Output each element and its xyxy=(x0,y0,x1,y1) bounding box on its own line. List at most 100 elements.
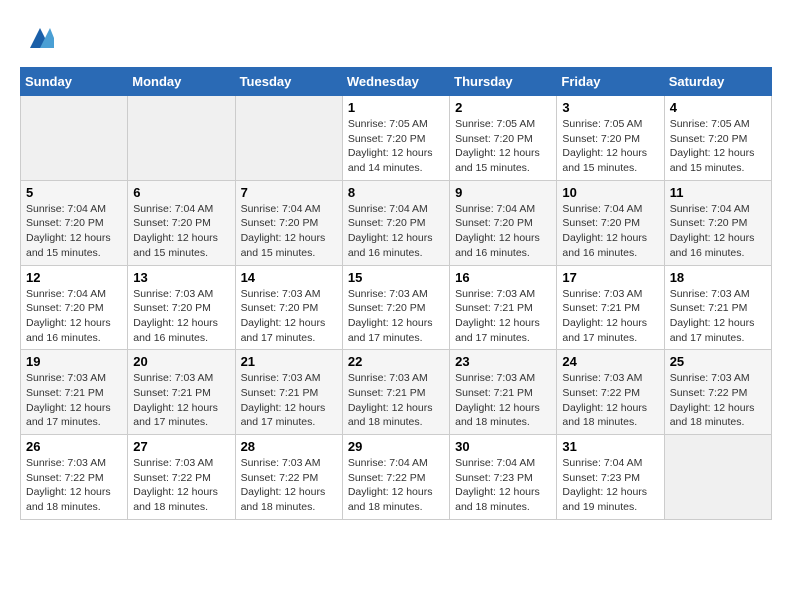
calendar-cell: 29 Sunrise: 7:04 AM Sunset: 7:22 PM Dayli… xyxy=(342,435,449,520)
calendar-cell: 22 Sunrise: 7:03 AM Sunset: 7:21 PM Dayli… xyxy=(342,350,449,435)
calendar-cell: 10 Sunrise: 7:04 AM Sunset: 7:20 PM Dayli… xyxy=(557,180,664,265)
weekday-header-saturday: Saturday xyxy=(664,68,771,96)
day-info: Sunrise: 7:04 AM Sunset: 7:20 PM Dayligh… xyxy=(670,202,766,261)
calendar-cell: 11 Sunrise: 7:04 AM Sunset: 7:20 PM Dayli… xyxy=(664,180,771,265)
day-number: 29 xyxy=(348,439,444,454)
calendar-cell: 23 Sunrise: 7:03 AM Sunset: 7:21 PM Dayli… xyxy=(450,350,557,435)
day-info: Sunrise: 7:03 AM Sunset: 7:22 PM Dayligh… xyxy=(241,456,337,515)
day-number: 14 xyxy=(241,270,337,285)
day-number: 19 xyxy=(26,354,122,369)
day-number: 2 xyxy=(455,100,551,115)
day-number: 12 xyxy=(26,270,122,285)
weekday-header-thursday: Thursday xyxy=(450,68,557,96)
day-info: Sunrise: 7:03 AM Sunset: 7:20 PM Dayligh… xyxy=(241,287,337,346)
day-number: 10 xyxy=(562,185,658,200)
day-info: Sunrise: 7:03 AM Sunset: 7:22 PM Dayligh… xyxy=(670,371,766,430)
calendar-cell: 4Sunrise: 7:05 AM Sunset: 7:20 PM Daylig… xyxy=(664,96,771,181)
day-info: Sunrise: 7:04 AM Sunset: 7:23 PM Dayligh… xyxy=(455,456,551,515)
day-info: Sunrise: 7:04 AM Sunset: 7:23 PM Dayligh… xyxy=(562,456,658,515)
day-number: 31 xyxy=(562,439,658,454)
day-info: Sunrise: 7:04 AM Sunset: 7:20 PM Dayligh… xyxy=(241,202,337,261)
day-number: 25 xyxy=(670,354,766,369)
day-number: 22 xyxy=(348,354,444,369)
day-info: Sunrise: 7:03 AM Sunset: 7:21 PM Dayligh… xyxy=(133,371,229,430)
calendar-cell: 14 Sunrise: 7:03 AM Sunset: 7:20 PM Dayli… xyxy=(235,265,342,350)
calendar-cell: 18 Sunrise: 7:03 AM Sunset: 7:21 PM Dayli… xyxy=(664,265,771,350)
day-number: 27 xyxy=(133,439,229,454)
calendar-cell: 26Sunrise: 7:03 AM Sunset: 7:22 PM Dayli… xyxy=(21,435,128,520)
calendar-week-row: 12Sunrise: 7:04 AM Sunset: 7:20 PM Dayli… xyxy=(21,265,772,350)
calendar-cell: 17 Sunrise: 7:03 AM Sunset: 7:21 PM Dayli… xyxy=(557,265,664,350)
weekday-header-row: SundayMondayTuesdayWednesdayThursdayFrid… xyxy=(21,68,772,96)
day-info: Sunrise: 7:03 AM Sunset: 7:22 PM Dayligh… xyxy=(133,456,229,515)
day-number: 3 xyxy=(562,100,658,115)
day-number: 23 xyxy=(455,354,551,369)
calendar-cell: 9 Sunrise: 7:04 AM Sunset: 7:20 PM Daylig… xyxy=(450,180,557,265)
day-info: Sunrise: 7:04 AM Sunset: 7:22 PM Dayligh… xyxy=(348,456,444,515)
day-number: 17 xyxy=(562,270,658,285)
day-info: Sunrise: 7:05 AM Sunset: 7:20 PM Dayligh… xyxy=(670,117,766,176)
day-number: 15 xyxy=(348,270,444,285)
day-number: 11 xyxy=(670,185,766,200)
calendar-cell: 13 Sunrise: 7:03 AM Sunset: 7:20 PM Dayli… xyxy=(128,265,235,350)
calendar-cell: 28Sunrise: 7:03 AM Sunset: 7:22 PM Dayli… xyxy=(235,435,342,520)
day-info: Sunrise: 7:05 AM Sunset: 7:20 PM Dayligh… xyxy=(562,117,658,176)
calendar-cell: 2 Sunrise: 7:05 AM Sunset: 7:20 PM Daylig… xyxy=(450,96,557,181)
day-info: Sunrise: 7:03 AM Sunset: 7:21 PM Dayligh… xyxy=(562,287,658,346)
day-info: Sunrise: 7:03 AM Sunset: 7:21 PM Dayligh… xyxy=(455,371,551,430)
calendar-cell: 25 Sunrise: 7:03 AM Sunset: 7:22 PM Dayli… xyxy=(664,350,771,435)
calendar-table: SundayMondayTuesdayWednesdayThursdayFrid… xyxy=(20,67,772,520)
calendar-cell: 19 Sunrise: 7:03 AM Sunset: 7:21 PM Dayli… xyxy=(21,350,128,435)
day-number: 5 xyxy=(26,185,122,200)
day-number: 8 xyxy=(348,185,444,200)
calendar-cell: 6 Sunrise: 7:04 AM Sunset: 7:20 PM Daylig… xyxy=(128,180,235,265)
calendar-week-row: 5 Sunrise: 7:04 AM Sunset: 7:20 PM Daylig… xyxy=(21,180,772,265)
weekday-header-monday: Monday xyxy=(128,68,235,96)
day-info: Sunrise: 7:05 AM Sunset: 7:20 PM Dayligh… xyxy=(348,117,444,176)
calendar-cell xyxy=(664,435,771,520)
day-info: Sunrise: 7:03 AM Sunset: 7:21 PM Dayligh… xyxy=(348,371,444,430)
weekday-header-wednesday: Wednesday xyxy=(342,68,449,96)
logo xyxy=(20,20,54,57)
calendar-cell: 5 Sunrise: 7:04 AM Sunset: 7:20 PM Daylig… xyxy=(21,180,128,265)
day-info: Sunrise: 7:04 AM Sunset: 7:20 PM Dayligh… xyxy=(26,202,122,261)
day-info: Sunrise: 7:04 AM Sunset: 7:20 PM Dayligh… xyxy=(455,202,551,261)
day-number: 18 xyxy=(670,270,766,285)
calendar-cell: 3 Sunrise: 7:05 AM Sunset: 7:20 PM Daylig… xyxy=(557,96,664,181)
day-info: Sunrise: 7:03 AM Sunset: 7:21 PM Dayligh… xyxy=(26,371,122,430)
day-number: 9 xyxy=(455,185,551,200)
calendar-cell: 20 Sunrise: 7:03 AM Sunset: 7:21 PM Dayli… xyxy=(128,350,235,435)
day-info: Sunrise: 7:04 AM Sunset: 7:20 PM Dayligh… xyxy=(348,202,444,261)
day-number: 1 xyxy=(348,100,444,115)
weekday-header-tuesday: Tuesday xyxy=(235,68,342,96)
day-number: 20 xyxy=(133,354,229,369)
calendar-cell: 16Sunrise: 7:03 AM Sunset: 7:21 PM Dayli… xyxy=(450,265,557,350)
day-number: 26 xyxy=(26,439,122,454)
page-header xyxy=(20,20,772,57)
logo-icon xyxy=(26,24,54,57)
day-number: 24 xyxy=(562,354,658,369)
calendar-cell: 21Sunrise: 7:03 AM Sunset: 7:21 PM Dayli… xyxy=(235,350,342,435)
day-number: 7 xyxy=(241,185,337,200)
day-info: Sunrise: 7:03 AM Sunset: 7:21 PM Dayligh… xyxy=(670,287,766,346)
calendar-cell xyxy=(235,96,342,181)
calendar-cell: 7 Sunrise: 7:04 AM Sunset: 7:20 PM Daylig… xyxy=(235,180,342,265)
calendar-cell: 30Sunrise: 7:04 AM Sunset: 7:23 PM Dayli… xyxy=(450,435,557,520)
day-info: Sunrise: 7:03 AM Sunset: 7:22 PM Dayligh… xyxy=(562,371,658,430)
calendar-cell: 24 Sunrise: 7:03 AM Sunset: 7:22 PM Dayli… xyxy=(557,350,664,435)
calendar-week-row: 1 Sunrise: 7:05 AM Sunset: 7:20 PM Daylig… xyxy=(21,96,772,181)
day-info: Sunrise: 7:04 AM Sunset: 7:20 PM Dayligh… xyxy=(133,202,229,261)
calendar-cell: 31 Sunrise: 7:04 AM Sunset: 7:23 PM Dayli… xyxy=(557,435,664,520)
day-info: Sunrise: 7:04 AM Sunset: 7:20 PM Dayligh… xyxy=(562,202,658,261)
calendar-cell: 15Sunrise: 7:03 AM Sunset: 7:20 PM Dayli… xyxy=(342,265,449,350)
calendar-cell: 8 Sunrise: 7:04 AM Sunset: 7:20 PM Daylig… xyxy=(342,180,449,265)
day-info: Sunrise: 7:03 AM Sunset: 7:20 PM Dayligh… xyxy=(133,287,229,346)
day-number: 13 xyxy=(133,270,229,285)
weekday-header-sunday: Sunday xyxy=(21,68,128,96)
calendar-cell: 27 Sunrise: 7:03 AM Sunset: 7:22 PM Dayli… xyxy=(128,435,235,520)
day-number: 16 xyxy=(455,270,551,285)
calendar-week-row: 26 Sunrise: 7:03 AM Sunset: 7:22 PM Dayli… xyxy=(21,435,772,520)
day-info: Sunrise: 7:05 AM Sunset: 7:20 PM Dayligh… xyxy=(455,117,551,176)
day-number: 6 xyxy=(133,185,229,200)
calendar-cell xyxy=(128,96,235,181)
